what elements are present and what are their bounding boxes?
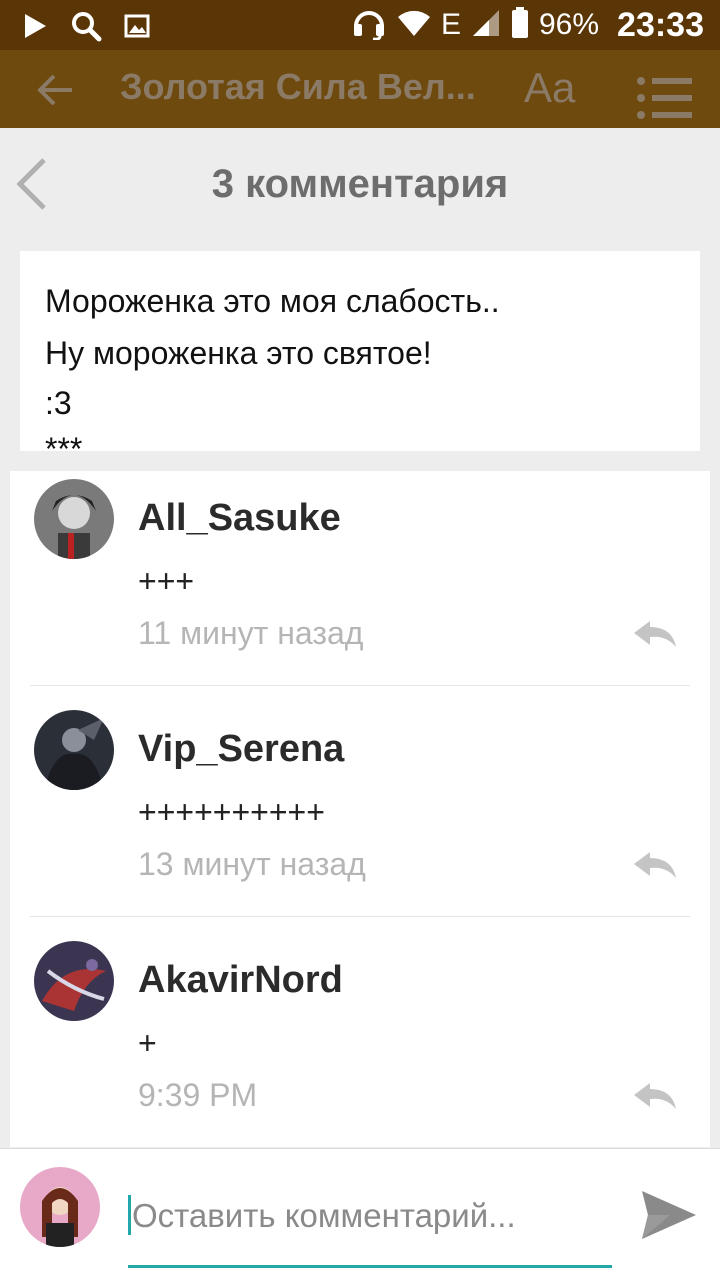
battery-percent: 96% [538,8,600,41]
reply-icon[interactable] [632,619,678,654]
comment-list[interactable]: All_Sasuke +++ 11 минут назад Vip_Serena… [10,471,710,1147]
comment-time: 9:39 PM [138,1077,258,1113]
comment-text: ++++++++++ [138,794,325,830]
user-avatar [20,1167,100,1247]
comment-author[interactable]: Vip_Serena [138,728,344,771]
comment-item: AkavirNord + 9:39 PM [10,933,710,1163]
status-bar: E 96% 23:33 [0,0,720,50]
play-icon [22,12,48,45]
comment-time: 13 минут назад [138,846,366,882]
comment-time: 11 минут назад [138,615,364,651]
comments-header: 3 комментария [0,128,720,238]
quoted-excerpt: Мороженка это моя слабость.. Ну мороженк… [20,251,700,451]
battery-icon [511,6,529,44]
avatar[interactable] [34,941,114,1021]
back-arrow-icon[interactable] [36,72,76,113]
excerpt-line: Ну мороженка это святое! [45,335,432,371]
search-icon [70,10,102,47]
comment-text: +++ [138,563,195,599]
comment-input-wrapper [128,1183,614,1268]
comment-composer [0,1148,720,1281]
story-title: Золотая Сила Вел... [120,66,476,107]
send-icon[interactable] [640,1189,698,1246]
signal-icon [471,8,501,43]
app-bar: Золотая Сила Вел... Aa [0,50,720,128]
comment-author[interactable]: All_Sasuke [138,497,341,540]
excerpt-line: *** [45,431,83,451]
clock: 23:33 [617,5,704,44]
wifi-icon [397,9,431,42]
reply-icon[interactable] [632,1081,678,1116]
divider [30,685,690,686]
table-of-contents-icon[interactable] [636,76,694,125]
comment-text: + [138,1025,157,1061]
comments-title: 3 комментария [211,162,509,206]
comment-item: All_Sasuke +++ 11 минут назад [10,471,710,701]
comment-input[interactable] [130,1189,614,1243]
network-type-label: E [440,8,461,41]
headset-icon [351,6,387,45]
comment-item: Vip_Serena ++++++++++ 13 минут назад [10,702,710,932]
avatar[interactable] [34,710,114,790]
reply-icon[interactable] [632,850,678,885]
avatar[interactable] [34,479,114,559]
excerpt-line: Мороженка это моя слабость.. [45,283,500,319]
font-size-button[interactable]: Aa [524,64,575,112]
divider [30,916,690,917]
image-icon [124,14,150,43]
excerpt-line: :3 [45,385,72,421]
comment-author[interactable]: AkavirNord [138,959,343,1002]
